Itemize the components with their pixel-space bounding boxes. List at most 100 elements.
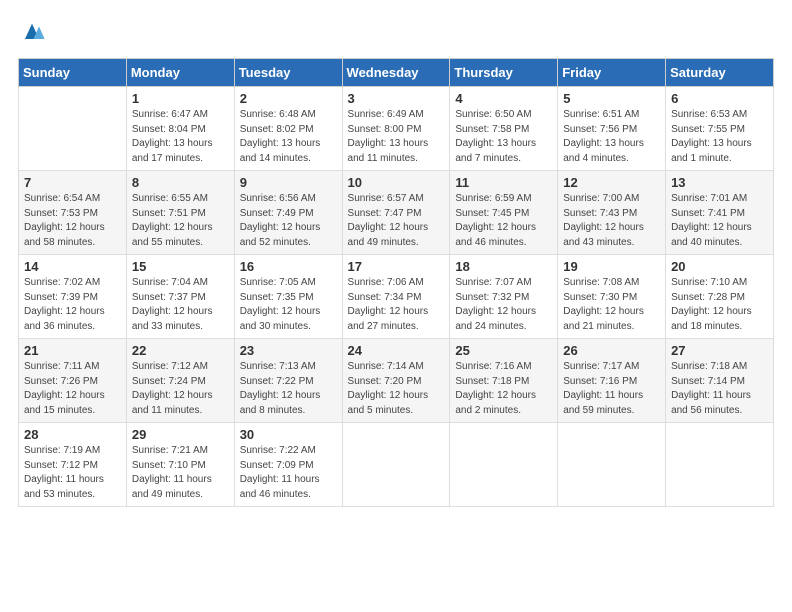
calendar-cell (558, 423, 666, 507)
column-header-thursday: Thursday (450, 59, 558, 87)
calendar-cell (666, 423, 774, 507)
calendar-cell: 20Sunrise: 7:10 AM Sunset: 7:28 PM Dayli… (666, 255, 774, 339)
cell-content: Sunrise: 7:18 AM Sunset: 7:14 PM Dayligh… (671, 360, 769, 418)
cell-content: Sunrise: 7:21 AM Sunset: 7:10 PM Dayligh… (132, 444, 230, 502)
cell-content: Sunrise: 7:07 AM Sunset: 7:32 PM Dayligh… (455, 276, 553, 334)
calendar-cell: 1Sunrise: 6:47 AM Sunset: 8:04 PM Daylig… (126, 87, 234, 171)
calendar-cell: 17 Sunrise: 7:06 AM Sunset: 7:34 PM Dayli… (342, 255, 450, 339)
cell-content: Sunrise: 7:16 AM Sunset: 7:18 PM Dayligh… (455, 360, 553, 418)
cell-content: Sunrise: 6:56 AM Sunset: 7:49 PM Dayligh… (240, 192, 338, 250)
cell-content: Sunrise: 7:13 AM Sunset: 7:22 PM Dayligh… (240, 360, 338, 418)
calendar-cell (19, 87, 127, 171)
column-header-monday: Monday (126, 59, 234, 87)
calendar-cell: 24 Sunrise: 7:14 AM Sunset: 7:20 PM Dayli… (342, 339, 450, 423)
cell-content: Sunrise: 7:10 AM Sunset: 7:28 PM Dayligh… (671, 276, 769, 334)
day-number: 11 (455, 175, 553, 190)
calendar-cell: 14 Sunrise: 7:02 AM Sunset: 7:39 PM Dayli… (19, 255, 127, 339)
calendar-table: SundayMondayTuesdayWednesdayThursdayFrid… (18, 58, 774, 507)
calendar-cell: 30 Sunrise: 7:22 AM Sunset: 7:09 PM Dayli… (234, 423, 342, 507)
day-number: 16 (240, 259, 338, 274)
calendar-cell: 13Sunrise: 7:01 AM Sunset: 7:41 PM Dayli… (666, 171, 774, 255)
cell-content: Sunrise: 7:22 AM Sunset: 7:09 PM Dayligh… (240, 444, 338, 502)
day-number: 7 (24, 175, 122, 190)
cell-content: Sunrise: 7:01 AM Sunset: 7:41 PM Dayligh… (671, 192, 769, 250)
calendar-cell: 19 Sunrise: 7:08 AM Sunset: 7:30 PM Dayli… (558, 255, 666, 339)
day-number: 19 (563, 259, 661, 274)
day-number: 21 (24, 343, 122, 358)
cell-content: Sunrise: 6:50 AM Sunset: 7:58 PM Dayligh… (455, 108, 553, 166)
cell-content: Sunrise: 6:51 AM Sunset: 7:56 PM Dayligh… (563, 108, 661, 166)
day-number: 24 (348, 343, 446, 358)
day-number: 15 (132, 259, 230, 274)
calendar-cell: 23 Sunrise: 7:13 AM Sunset: 7:22 PM Dayli… (234, 339, 342, 423)
cell-content: Sunrise: 6:47 AM Sunset: 8:04 PM Dayligh… (132, 108, 230, 166)
calendar-cell: 16 Sunrise: 7:05 AM Sunset: 7:35 PM Dayli… (234, 255, 342, 339)
day-number: 26 (563, 343, 661, 358)
calendar-cell: 8 Sunrise: 6:55 AM Sunset: 7:51 PM Daylig… (126, 171, 234, 255)
day-number: 25 (455, 343, 553, 358)
day-number: 28 (24, 427, 122, 442)
cell-content: Sunrise: 7:08 AM Sunset: 7:30 PM Dayligh… (563, 276, 661, 334)
calendar-cell (450, 423, 558, 507)
cell-content: Sunrise: 6:49 AM Sunset: 8:00 PM Dayligh… (348, 108, 446, 166)
cell-content: Sunrise: 6:48 AM Sunset: 8:02 PM Dayligh… (240, 108, 338, 166)
day-number: 29 (132, 427, 230, 442)
cell-content: Sunrise: 6:59 AM Sunset: 7:45 PM Dayligh… (455, 192, 553, 250)
calendar-cell: 29 Sunrise: 7:21 AM Sunset: 7:10 PM Dayli… (126, 423, 234, 507)
day-number: 9 (240, 175, 338, 190)
calendar-cell: 22 Sunrise: 7:12 AM Sunset: 7:24 PM Dayli… (126, 339, 234, 423)
day-number: 17 (348, 259, 446, 274)
day-number: 5 (563, 91, 661, 106)
day-number: 2 (240, 91, 338, 106)
cell-content: Sunrise: 7:02 AM Sunset: 7:39 PM Dayligh… (24, 276, 122, 334)
day-number: 6 (671, 91, 769, 106)
cell-content: Sunrise: 6:57 AM Sunset: 7:47 PM Dayligh… (348, 192, 446, 250)
calendar-cell: 27 Sunrise: 7:18 AM Sunset: 7:14 PM Dayli… (666, 339, 774, 423)
cell-content: Sunrise: 6:54 AM Sunset: 7:53 PM Dayligh… (24, 192, 122, 250)
calendar-cell: 26 Sunrise: 7:17 AM Sunset: 7:16 PM Dayli… (558, 339, 666, 423)
calendar-cell: 25 Sunrise: 7:16 AM Sunset: 7:18 PM Dayli… (450, 339, 558, 423)
calendar-cell: 12Sunrise: 7:00 AM Sunset: 7:43 PM Dayli… (558, 171, 666, 255)
column-header-tuesday: Tuesday (234, 59, 342, 87)
calendar-cell: 28Sunrise: 7:19 AM Sunset: 7:12 PM Dayli… (19, 423, 127, 507)
cell-content: Sunrise: 7:00 AM Sunset: 7:43 PM Dayligh… (563, 192, 661, 250)
calendar-cell: 4Sunrise: 6:50 AM Sunset: 7:58 PM Daylig… (450, 87, 558, 171)
calendar-cell (342, 423, 450, 507)
cell-content: Sunrise: 6:53 AM Sunset: 7:55 PM Dayligh… (671, 108, 769, 166)
day-number: 8 (132, 175, 230, 190)
cell-content: Sunrise: 6:55 AM Sunset: 7:51 PM Dayligh… (132, 192, 230, 250)
cell-content: Sunrise: 7:05 AM Sunset: 7:35 PM Dayligh… (240, 276, 338, 334)
calendar-cell: 9 Sunrise: 6:56 AM Sunset: 7:49 PM Daylig… (234, 171, 342, 255)
header (18, 18, 774, 46)
page: SundayMondayTuesdayWednesdayThursdayFrid… (0, 0, 792, 517)
day-number: 30 (240, 427, 338, 442)
week-row-2: 7 Sunrise: 6:54 AM Sunset: 7:53 PM Daylig… (19, 171, 774, 255)
week-row-1: 1Sunrise: 6:47 AM Sunset: 8:04 PM Daylig… (19, 87, 774, 171)
week-row-3: 14 Sunrise: 7:02 AM Sunset: 7:39 PM Dayli… (19, 255, 774, 339)
logo-icon (18, 18, 46, 46)
day-number: 14 (24, 259, 122, 274)
day-number: 10 (348, 175, 446, 190)
day-number: 22 (132, 343, 230, 358)
calendar-cell: 11 Sunrise: 6:59 AM Sunset: 7:45 PM Dayli… (450, 171, 558, 255)
column-header-wednesday: Wednesday (342, 59, 450, 87)
day-number: 3 (348, 91, 446, 106)
column-header-friday: Friday (558, 59, 666, 87)
calendar-cell: 18 Sunrise: 7:07 AM Sunset: 7:32 PM Dayli… (450, 255, 558, 339)
logo (18, 18, 48, 46)
cell-content: Sunrise: 7:06 AM Sunset: 7:34 PM Dayligh… (348, 276, 446, 334)
day-number: 23 (240, 343, 338, 358)
cell-content: Sunrise: 7:12 AM Sunset: 7:24 PM Dayligh… (132, 360, 230, 418)
day-number: 27 (671, 343, 769, 358)
calendar-cell: 10 Sunrise: 6:57 AM Sunset: 7:47 PM Dayli… (342, 171, 450, 255)
cell-content: Sunrise: 7:11 AM Sunset: 7:26 PM Dayligh… (24, 360, 122, 418)
cell-content: Sunrise: 7:17 AM Sunset: 7:16 PM Dayligh… (563, 360, 661, 418)
calendar-cell: 15 Sunrise: 7:04 AM Sunset: 7:37 PM Dayli… (126, 255, 234, 339)
calendar-cell: 7 Sunrise: 6:54 AM Sunset: 7:53 PM Daylig… (19, 171, 127, 255)
week-row-4: 21 Sunrise: 7:11 AM Sunset: 7:26 PM Dayli… (19, 339, 774, 423)
header-row: SundayMondayTuesdayWednesdayThursdayFrid… (19, 59, 774, 87)
cell-content: Sunrise: 7:14 AM Sunset: 7:20 PM Dayligh… (348, 360, 446, 418)
day-number: 18 (455, 259, 553, 274)
cell-content: Sunrise: 7:04 AM Sunset: 7:37 PM Dayligh… (132, 276, 230, 334)
calendar-cell: 6 Sunrise: 6:53 AM Sunset: 7:55 PM Daylig… (666, 87, 774, 171)
